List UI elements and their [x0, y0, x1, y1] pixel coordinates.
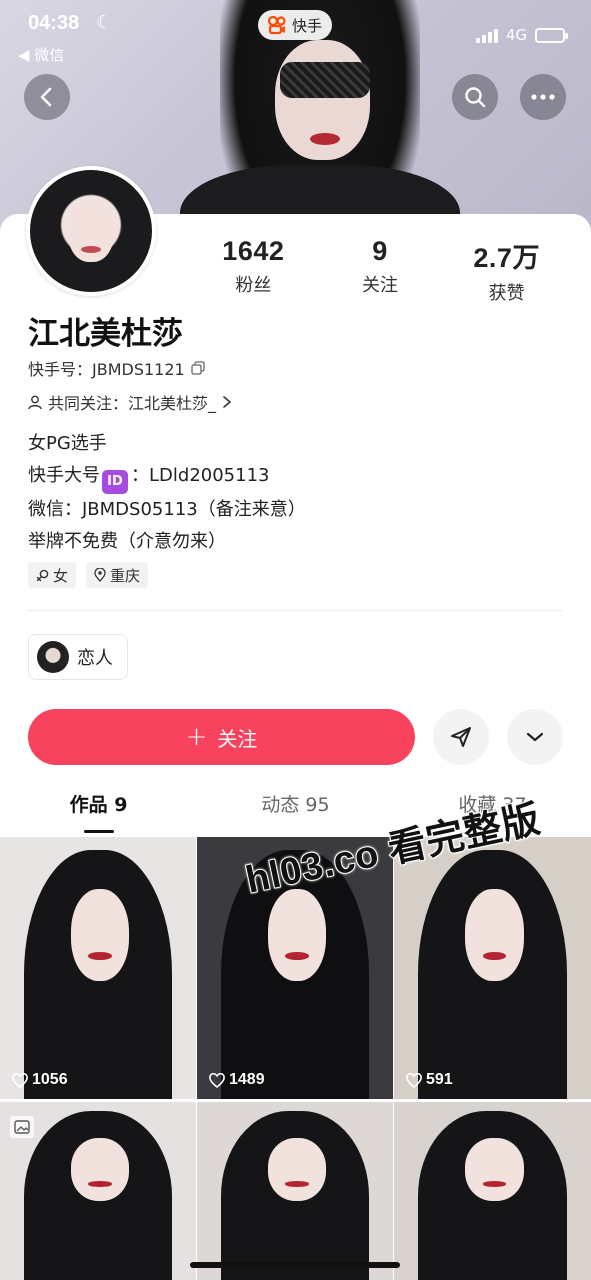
tag-gender: 女 — [28, 562, 77, 588]
location-pin-icon — [94, 568, 106, 582]
status-time: 04:38 — [28, 12, 80, 34]
moon-icon: ☾ — [96, 12, 113, 33]
post-thumbnail[interactable] — [394, 1102, 591, 1280]
bio-line: 快手大号 ID ：LDld2005113 — [28, 460, 306, 494]
relation-chip[interactable]: 恋人 — [28, 634, 128, 680]
stat-value: 9 — [372, 236, 388, 266]
cover-lips — [310, 133, 340, 145]
kuaishou-id: 快手号：JBMDS1121 — [28, 360, 185, 379]
more-dots-icon — [531, 94, 555, 100]
profile-stats: 1642 粉丝 9 关注 2.7万 获赞 — [190, 236, 570, 305]
profile-avatar[interactable] — [26, 166, 156, 296]
post-likes: 1056 — [12, 1071, 68, 1089]
bio-line: 微信：JBMDS05113（备注来意） — [28, 499, 306, 520]
app-name: 快手 — [292, 16, 323, 35]
stat-label: 粉丝 — [235, 275, 272, 296]
post-thumbnail[interactable]: 591 — [394, 837, 591, 1099]
home-indicator[interactable] — [190, 1262, 400, 1268]
stat-value: 2.7万 — [473, 243, 540, 273]
copy-icon[interactable] — [191, 361, 205, 375]
signal-icon — [475, 27, 498, 43]
more-button[interactable] — [520, 74, 566, 120]
cover-lace-mask — [280, 62, 370, 98]
tag-location: 重庆 — [86, 562, 149, 588]
post-thumbnail[interactable] — [0, 1102, 196, 1280]
post-thumbnail[interactable] — [197, 1102, 393, 1280]
female-icon — [36, 569, 49, 581]
app-indicator-pill: 快手 — [258, 10, 333, 40]
send-icon — [451, 727, 471, 747]
stat-label: 获赞 — [488, 283, 525, 304]
bio-line: 女PG选手 — [28, 433, 107, 454]
back-button[interactable] — [24, 74, 70, 120]
stat-followers[interactable]: 1642 粉丝 — [190, 236, 317, 305]
bio-line: 举牌不免费（介意勿来） — [28, 531, 226, 552]
chevron-left-icon — [40, 87, 52, 107]
post-likes: 591 — [406, 1071, 453, 1089]
section-divider — [28, 610, 563, 611]
chevron-down-icon — [526, 732, 544, 742]
relation-label: 恋人 — [77, 648, 113, 669]
status-indicators: 4G — [475, 26, 568, 44]
tab-works[interactable]: 作品 9 — [0, 790, 197, 833]
chevron-right-icon — [223, 396, 232, 408]
profile-bio: 女PG选手 快手大号 ID ：LDld2005113 微信：JBMDS05113（备… — [28, 428, 306, 558]
mutual-follow-row[interactable]: 共同关注：江北美杜莎_ — [28, 390, 232, 414]
stat-following[interactable]: 9 关注 — [317, 236, 444, 305]
heart-icon — [406, 1072, 422, 1088]
stat-value: 1642 — [222, 236, 285, 266]
follow-button[interactable]: + 关注 — [28, 709, 415, 765]
person-icon — [28, 395, 42, 409]
plus-icon: + — [185, 722, 208, 752]
stat-label: 关注 — [362, 275, 398, 296]
follow-label: 关注 — [217, 726, 258, 751]
kuaishou-logo-icon — [266, 14, 288, 36]
heart-icon — [12, 1072, 28, 1088]
stat-likes[interactable]: 2.7万 获赞 — [443, 236, 570, 305]
mutual-follow-text: 共同关注：江北美杜莎_ — [48, 394, 217, 413]
search-icon — [465, 87, 486, 108]
back-to-app-link[interactable]: ◀ 微信 — [18, 44, 64, 65]
kuaishou-id-row[interactable]: 快手号：JBMDS1121 — [28, 356, 205, 380]
post-thumbnail[interactable]: 1056 — [0, 837, 196, 1099]
relation-avatar — [37, 641, 69, 673]
send-message-button[interactable] — [433, 709, 489, 765]
id-badge-icon: ID — [102, 470, 128, 494]
profile-tags: 女 重庆 — [28, 562, 149, 588]
heart-icon — [209, 1072, 225, 1088]
battery-icon — [535, 27, 568, 43]
search-button[interactable] — [452, 74, 498, 120]
expand-button[interactable] — [507, 709, 563, 765]
posts-grid-row-2 — [0, 1102, 591, 1280]
image-post-icon — [10, 1116, 34, 1138]
network-type: 4G — [505, 26, 527, 44]
post-likes: 1489 — [209, 1071, 265, 1089]
profile-name: 江北美杜莎 — [28, 316, 183, 352]
